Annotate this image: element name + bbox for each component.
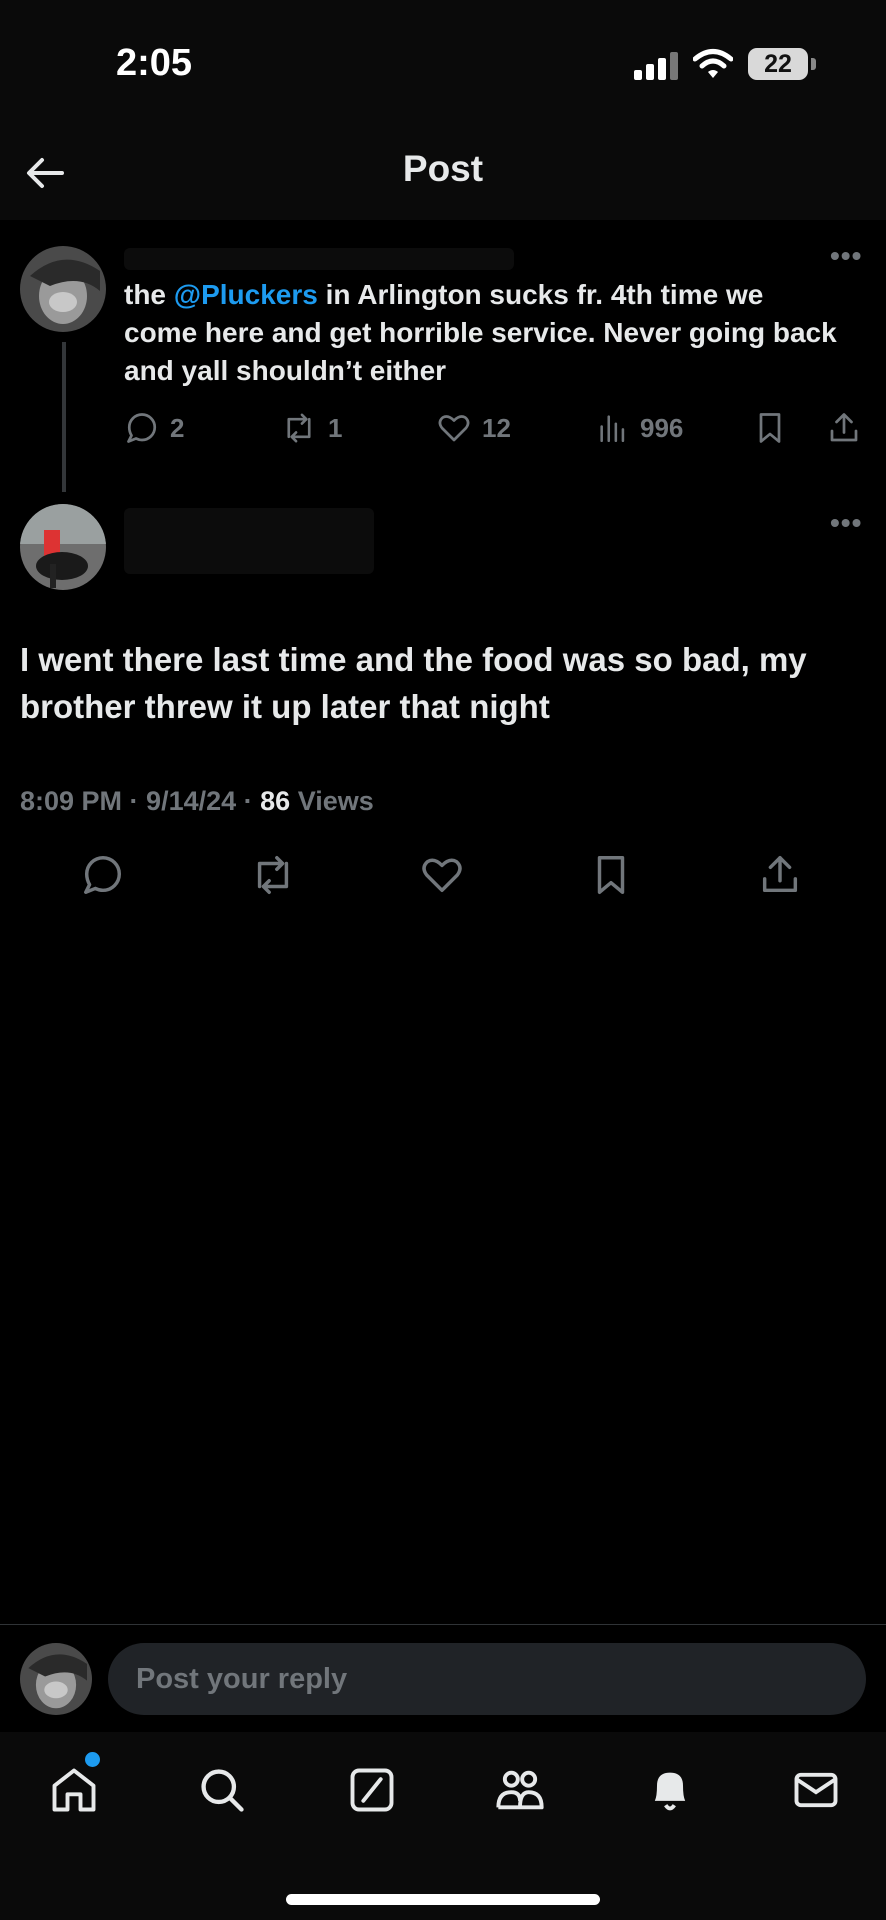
bookmark-icon[interactable] [588, 852, 634, 898]
share-icon[interactable] [757, 852, 803, 898]
home-notification-dot [85, 1752, 100, 1767]
battery-tip [811, 58, 816, 70]
post-stats-row: 2 1 12 996 [124, 408, 864, 448]
repost-icon [287, 413, 311, 443]
reply-count: 2 [170, 412, 185, 443]
post-views-label[interactable]: Views [298, 786, 374, 816]
like-count: 12 [482, 412, 511, 443]
wifi-icon [693, 49, 733, 78]
heart-icon[interactable] [419, 852, 465, 898]
header: Post [0, 130, 886, 220]
avatar-original-author[interactable] [20, 246, 106, 332]
repost-icon[interactable] [248, 852, 298, 898]
post-actions-row [0, 852, 886, 902]
home-indicator [286, 1894, 600, 1905]
status-time: 2:05 [116, 42, 193, 84]
avatar-reply-author[interactable] [20, 504, 106, 590]
repost-stat[interactable]: 1 [280, 408, 342, 448]
communities-icon[interactable] [494, 1764, 546, 1816]
battery-indicator: 22 [748, 48, 808, 80]
reply-icon [127, 413, 157, 443]
views-count: 996 [640, 412, 684, 443]
views-chart-icon [600, 415, 625, 443]
post-time: 8:09 PM [20, 786, 123, 816]
search-icon[interactable] [196, 1764, 248, 1816]
reply-icon[interactable] [80, 852, 126, 898]
reply-composer-bar: Post your reply [0, 1624, 886, 1733]
share-icon[interactable] [826, 408, 862, 448]
more-options-icon[interactable]: ••• [830, 240, 862, 272]
reply-stat[interactable]: 2 [124, 408, 184, 448]
reply-post-text: I went there last time and the food was … [20, 641, 807, 725]
thread-connector [62, 342, 66, 492]
post-views-count[interactable]: 86 [260, 786, 290, 816]
grok-icon[interactable] [346, 1764, 398, 1816]
status-bar: 2:05 22 [0, 0, 886, 130]
page-title: Post [402, 148, 484, 189]
views-stat[interactable]: 996 [596, 408, 683, 448]
notifications-bell-icon[interactable] [644, 1764, 696, 1816]
mention-link[interactable]: @Pluckers [174, 279, 318, 310]
avatar-current-user[interactable] [20, 1643, 92, 1715]
redacted-username [124, 508, 374, 574]
messages-mail-icon[interactable] [790, 1764, 842, 1816]
bottom-tab-bar [0, 1732, 886, 1920]
post-date: 9/14/24 [146, 786, 237, 816]
home-icon[interactable] [48, 1764, 100, 1816]
redacted-username [124, 248, 514, 270]
bookmark-icon[interactable] [752, 408, 788, 448]
cellular-signal-icon [634, 52, 678, 80]
more-options-icon[interactable]: ••• [830, 507, 862, 539]
original-post-text: the @Pluckers in Arlington sucks fr. 4th… [124, 276, 844, 390]
heart-icon [438, 415, 470, 442]
post-text-part: the [124, 279, 174, 310]
reply-input[interactable]: Post your reply [108, 1643, 866, 1715]
repost-count: 1 [328, 412, 343, 443]
post-meta: 8:09 PM · 9/14/24 · 86 Views [20, 786, 374, 816]
like-stat[interactable]: 12 [436, 408, 511, 448]
